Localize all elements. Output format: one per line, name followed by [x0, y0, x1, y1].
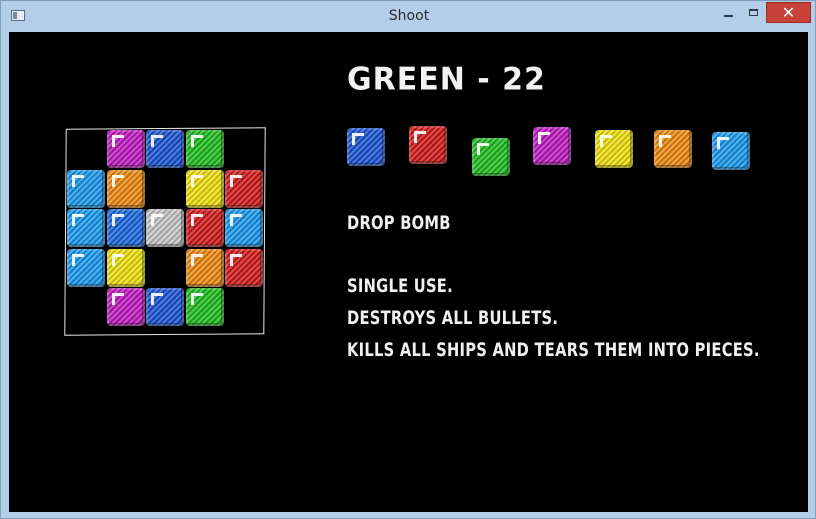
- grid-block: [225, 209, 263, 247]
- maximize-icon: [748, 9, 758, 16]
- item-desc-line3: KILLS ALL SHIPS AND TEARS THEM INTO PIEC…: [347, 339, 760, 361]
- title-bar[interactable]: Shoot ✕: [1, 1, 816, 32]
- palette-blue-block[interactable]: [347, 128, 385, 166]
- item-desc-line1: SINGLE USE.: [347, 275, 453, 297]
- grid-block: [106, 248, 145, 287]
- close-icon: ✕: [781, 3, 796, 22]
- close-button[interactable]: ✕: [766, 2, 811, 23]
- grid-block: [185, 288, 224, 326]
- grid-block: [185, 169, 224, 208]
- grid-block: [146, 209, 184, 247]
- grid-block: [225, 169, 263, 208]
- grid-block: [67, 169, 105, 208]
- item-name: DROP BOMB: [347, 212, 451, 234]
- grid-block: [67, 209, 105, 247]
- window-title: Shoot: [388, 8, 430, 24]
- grid-block: [106, 288, 145, 326]
- grid-block: [185, 248, 224, 287]
- maximize-button[interactable]: [742, 2, 764, 23]
- game-window: Shoot ✕ GREEN - 22 DROP BOMB SINGLE USE.…: [0, 0, 816, 519]
- game-canvas[interactable]: GREEN - 22 DROP BOMB SINGLE USE. DESTROY…: [9, 32, 808, 512]
- selected-color-heading: GREEN - 22: [347, 61, 546, 98]
- grid-block: [106, 130, 145, 168]
- palette-green-block[interactable]: [472, 138, 510, 176]
- item-desc-line2: DESTROYS ALL BULLETS.: [347, 307, 559, 329]
- palette-orange-block[interactable]: [654, 130, 692, 168]
- grid-block: [225, 248, 263, 287]
- palette-red-block[interactable]: [409, 126, 447, 164]
- grid-block: [106, 209, 145, 247]
- grid-block: [146, 288, 184, 326]
- minimize-button[interactable]: [715, 2, 742, 23]
- palette-magenta-block[interactable]: [533, 127, 571, 165]
- grid-block: [146, 130, 184, 168]
- grid-block: [106, 169, 145, 208]
- grid-block: [185, 130, 224, 168]
- grid-block: [67, 248, 105, 287]
- grid-block: [185, 209, 224, 247]
- minimize-icon: [724, 14, 733, 17]
- palette-yellow-block[interactable]: [595, 130, 633, 168]
- palette-light-blue-block[interactable]: [712, 132, 750, 170]
